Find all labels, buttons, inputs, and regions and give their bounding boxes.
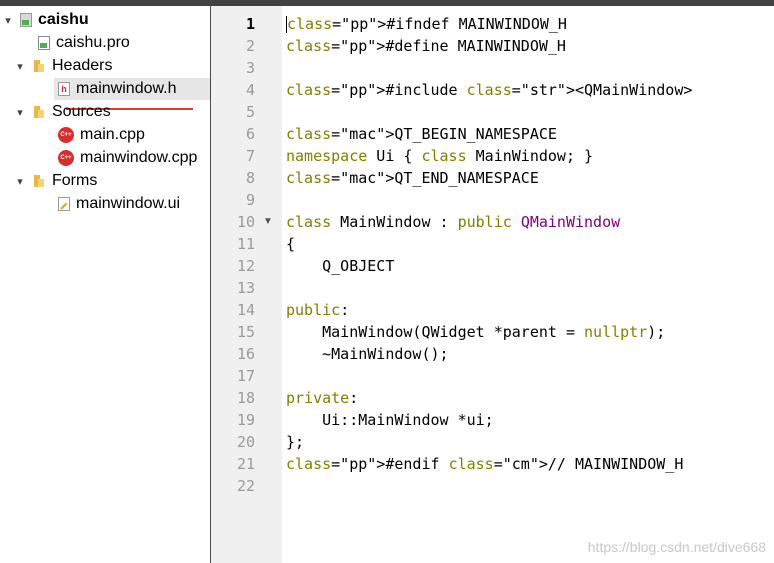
tree-item-mainwindow-cpp[interactable]: C++ mainwindow.cpp [58, 147, 197, 169]
tree-item-label: caishu.pro [56, 34, 130, 51]
chevron-down-icon[interactable]: ▾ [14, 106, 26, 119]
watermark: https://blog.csdn.net/dive668 [587, 539, 766, 555]
tree-group-label: Sources [52, 103, 111, 120]
tree-group-label: Forms [52, 172, 98, 189]
line-number: 6 [245, 125, 255, 143]
code-line[interactable]: class="pp">#include class="str"><QMainWi… [286, 79, 692, 101]
code-line[interactable]: class="mac">QT_BEGIN_NAMESPACE [286, 123, 557, 145]
chevron-down-icon[interactable]: ▾ [2, 14, 14, 27]
forms-folder-icon [32, 174, 46, 188]
line-number: 17 [236, 367, 255, 385]
fold-arrow-icon[interactable]: ▼ [263, 211, 273, 233]
ui-file-icon [58, 197, 70, 211]
line-number: 10 [236, 213, 255, 231]
chevron-down-icon[interactable]: ▾ [14, 60, 26, 73]
line-number: 1 [245, 15, 255, 33]
line-number: 13 [236, 279, 255, 297]
tree-item-label: main.cpp [80, 126, 145, 143]
tree-item-caishu-pro[interactable]: caishu.pro [20, 32, 130, 54]
line-number: 4 [245, 81, 255, 99]
code-line[interactable]: Ui::MainWindow *ui; [286, 409, 494, 431]
code-line[interactable]: class="mac">QT_END_NAMESPACE [286, 167, 539, 189]
tree-item-label: mainwindow.ui [76, 195, 181, 212]
line-number: 21 [236, 455, 255, 473]
line-number: 5 [245, 103, 255, 121]
tree-group-sources[interactable]: ▾ Sources [14, 101, 111, 123]
line-number: 19 [236, 411, 255, 429]
line-number: 14 [236, 301, 255, 319]
line-number: 16 [236, 345, 255, 363]
line-number: 9 [245, 191, 255, 209]
line-number: 2 [245, 37, 255, 55]
line-number: 22 [236, 477, 255, 495]
line-number: 18 [236, 389, 255, 407]
cpp-file-icon: C++ [58, 127, 74, 143]
chevron-down-icon[interactable]: ▾ [14, 175, 26, 188]
code-line[interactable]: MainWindow(QWidget *parent = nullptr); [286, 321, 665, 343]
pro-file-icon [38, 36, 50, 50]
code-line[interactable]: class="pp">#endif class="cm">// MAINWIND… [286, 453, 683, 475]
cpp-file-icon: C++ [58, 150, 74, 166]
line-number: 12 [236, 257, 255, 275]
qt-project-icon [20, 13, 32, 27]
code-line[interactable]: class="pp">#ifndef MAINWINDOW_H [286, 13, 567, 35]
project-tree: ▾ caishu caishu.pro ▾ Headers h mainwind… [0, 6, 210, 563]
tree-item-mainwindow-h[interactable]: h mainwindow.h [54, 78, 210, 100]
tree-group-label: Headers [52, 57, 113, 74]
line-number: 20 [236, 433, 255, 451]
tree-item-mainwindow-ui[interactable]: mainwindow.ui [58, 193, 180, 215]
header-file-icon: h [58, 82, 70, 96]
code-line[interactable]: class MainWindow : public QMainWindow [286, 211, 620, 233]
line-number: 8 [245, 169, 255, 187]
line-number: 11 [236, 235, 255, 253]
code-line[interactable]: namespace Ui { class MainWindow; } [286, 145, 593, 167]
code-line[interactable]: class="pp">#define MAINWINDOW_H [286, 35, 566, 57]
code-line[interactable]: Q_OBJECT [286, 255, 394, 277]
line-number-gutter: 1 2 3 4 5 6 7 8 9 10 ▼ 11 12 13 14 15 16… [211, 6, 282, 563]
tree-item-label: mainwindow.cpp [80, 149, 198, 166]
tree-group-headers[interactable]: ▾ Headers [14, 55, 112, 77]
tree-root-caishu[interactable]: ▾ caishu [2, 9, 89, 31]
code-line[interactable]: ~MainWindow(); [286, 343, 448, 365]
tree-item-label: mainwindow.h [76, 80, 177, 97]
code-line[interactable]: { [286, 233, 295, 255]
tree-root-label: caishu [38, 11, 89, 28]
sources-folder-icon [32, 105, 46, 119]
code-line[interactable]: public: [286, 299, 349, 321]
line-number: 3 [245, 59, 255, 77]
tree-item-main-cpp[interactable]: C++ main.cpp [58, 124, 145, 146]
tree-group-forms[interactable]: ▾ Forms [14, 170, 97, 192]
headers-folder-icon [32, 59, 46, 73]
code-editor[interactable]: class="pp">#ifndef MAINWINDOW_H class="pp… [282, 6, 774, 563]
code-line[interactable]: }; [286, 431, 304, 453]
code-line[interactable]: private: [286, 387, 358, 409]
line-number: 7 [245, 147, 255, 165]
line-number: 15 [236, 323, 255, 341]
